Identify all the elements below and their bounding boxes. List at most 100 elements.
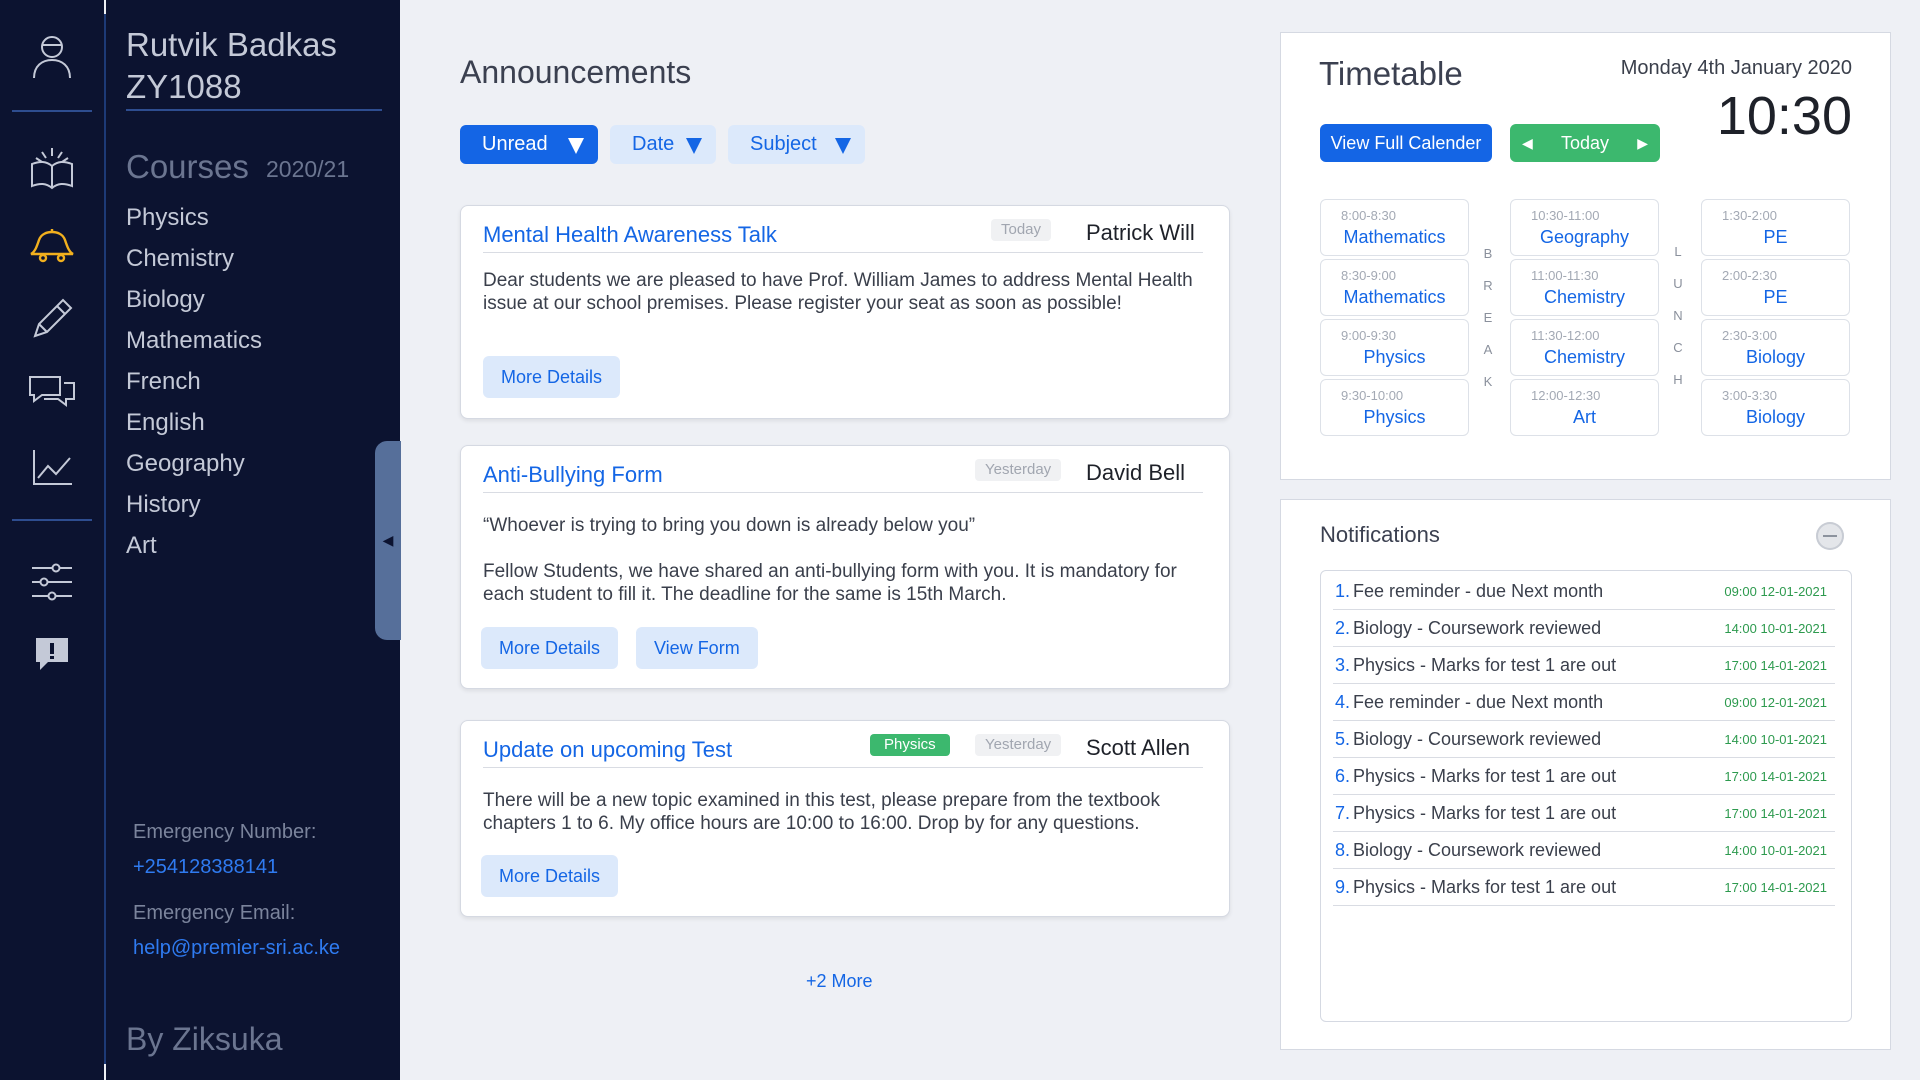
profile-icon[interactable]: [24, 28, 80, 84]
feedback-alert-icon[interactable]: [24, 626, 80, 682]
notification-number: 3.: [1335, 655, 1351, 675]
slot-time: 11:00-11:30: [1531, 268, 1599, 283]
notification-item[interactable]: 8. Biology - Coursework reviewed 14:00 10-…: [1333, 832, 1835, 869]
slot-time: 1:30-2:00: [1722, 208, 1777, 223]
timetable-slot[interactable]: 2:30-3:00 Biology: [1701, 319, 1850, 376]
course-item-art[interactable]: Art: [126, 527, 262, 568]
view-full-calendar-button[interactable]: View Full Calender: [1320, 124, 1492, 162]
course-item-physics[interactable]: Physics: [126, 199, 262, 240]
course-list: Physics Chemistry Biology Mathematics Fr…: [126, 199, 262, 568]
notification-timestamp: 17:00 14-01-2021: [1724, 880, 1827, 895]
notification-item[interactable]: 7. Physics - Marks for test 1 are out 17:0…: [1333, 795, 1835, 832]
announcement-card: Anti-Bullying Form Yesterday David Bell …: [460, 445, 1230, 689]
notification-timestamp: 17:00 14-01-2021: [1724, 769, 1827, 784]
more-details-button[interactable]: More Details: [483, 356, 621, 398]
timetable-slot[interactable]: 11:00-11:30 Chemistry: [1510, 259, 1659, 316]
notification-timestamp: 14:00 10-01-2021: [1724, 732, 1827, 747]
filter-subject-dropdown[interactable]: Subject: [728, 125, 865, 164]
show-more-link[interactable]: +2 More: [806, 971, 873, 992]
user-profile: Rutvik Badkas ZY1088: [126, 24, 337, 108]
announcement-title[interactable]: Update on upcoming Test: [483, 737, 732, 763]
timetable-slot[interactable]: 8:30-9:00 Mathematics: [1320, 259, 1469, 316]
notification-timestamp: 14:00 10-01-2021: [1724, 843, 1827, 858]
course-item-chemistry[interactable]: Chemistry: [126, 240, 262, 281]
dropdown-arrow-icon: [686, 138, 702, 154]
course-item-english[interactable]: English: [126, 404, 262, 445]
filter-unread-dropdown[interactable]: Unread: [460, 125, 598, 164]
emergency-email-link[interactable]: help@premier-sri.ac.ke: [133, 937, 340, 960]
notification-item[interactable]: 4. Fee reminder - due Next month 09:00 12-…: [1333, 684, 1835, 721]
next-day-arrow-icon[interactable]: ▶: [1637, 124, 1648, 162]
card-divider: [483, 252, 1203, 253]
announcement-body: Fellow Students, we have shared an anti-…: [483, 561, 1177, 605]
notification-item[interactable]: 3. Physics - Marks for test 1 are out 17:0…: [1333, 647, 1835, 684]
view-form-button[interactable]: View Form: [636, 627, 758, 669]
today-navigator: ◀ Today ▶: [1510, 124, 1660, 162]
notification-item[interactable]: 1. Fee reminder - due Next month 09:00 12-…: [1333, 573, 1835, 610]
slot-subject: Mathematics: [1343, 287, 1446, 307]
emergency-number-link[interactable]: +254128388141: [133, 856, 278, 879]
timetable-slot[interactable]: 12:00-12:30 Art: [1510, 379, 1659, 436]
course-item-history[interactable]: History: [126, 486, 262, 527]
break-letter: K: [1483, 374, 1493, 389]
slot-time: 9:00-9:30: [1341, 328, 1396, 343]
timetable-slot[interactable]: 1:30-2:00 PE: [1701, 199, 1850, 256]
user-name: Rutvik Badkas: [126, 26, 337, 63]
notification-timestamp: 09:00 12-01-2021: [1724, 695, 1827, 710]
lunch-letter: U: [1673, 276, 1683, 291]
settings-sliders-icon[interactable]: [24, 554, 80, 610]
timetable-slot[interactable]: 3:00-3:30 Biology: [1701, 379, 1850, 436]
messages-chat-icon[interactable]: [24, 365, 80, 421]
slot-time: 12:00-12:30: [1531, 388, 1601, 403]
notification-item[interactable]: 5. Biology - Coursework reviewed 14:00 10-…: [1333, 721, 1835, 758]
assignments-pencil-icon[interactable]: [24, 291, 80, 347]
timetable-slot[interactable]: 9:30-10:00 Physics: [1320, 379, 1469, 436]
courses-book-icon[interactable]: [24, 140, 80, 196]
announcement-title[interactable]: Anti-Bullying Form: [483, 462, 663, 488]
more-details-button[interactable]: More Details: [481, 627, 619, 669]
course-item-french[interactable]: French: [126, 363, 262, 404]
notification-item[interactable]: 6. Physics - Marks for test 1 are out 17:0…: [1333, 758, 1835, 795]
course-item-mathematics[interactable]: Mathematics: [126, 322, 262, 363]
icon-rail: [0, 0, 104, 1080]
announcement-title[interactable]: Mental Health Awareness Talk: [483, 222, 777, 248]
course-item-geography[interactable]: Geography: [126, 445, 262, 486]
timetable-slot[interactable]: 11:30-12:00 Chemistry: [1510, 319, 1659, 376]
notification-number: 5.: [1335, 729, 1351, 749]
announcement-body: Dear students we are pleased to have Pro…: [483, 270, 1193, 314]
courses-heading: Courses: [126, 148, 249, 185]
slot-time: 2:30-3:00: [1722, 328, 1777, 343]
timetable-slot[interactable]: 9:00-9:30 Physics: [1320, 319, 1469, 376]
notification-text: Physics - Marks for test 1 are out: [1353, 803, 1617, 823]
announcements-bell-icon[interactable]: [24, 218, 80, 274]
filter-date-dropdown[interactable]: Date: [610, 125, 716, 164]
break-letter: B: [1483, 246, 1493, 261]
lunch-letter: N: [1673, 308, 1683, 323]
notification-timestamp: 17:00 14-01-2021: [1724, 658, 1827, 673]
notification-number: 2.: [1335, 618, 1351, 638]
filter-date-label: Date: [632, 133, 675, 155]
timetable-slot[interactable]: 8:00-8:30 Mathematics: [1320, 199, 1469, 256]
notification-item[interactable]: 9. Physics - Marks for test 1 are out 17:0…: [1333, 869, 1835, 906]
announcement-author: Patrick Will: [1086, 220, 1195, 245]
slot-subject: PE: [1763, 287, 1788, 307]
course-item-biology[interactable]: Biology: [126, 281, 262, 322]
minimize-icon[interactable]: [1816, 522, 1844, 550]
slot-time: 2:00-2:30: [1722, 268, 1777, 283]
filter-subject-label: Subject: [750, 133, 817, 155]
notifications-list: 1. Fee reminder - due Next month 09:00 12-…: [1320, 570, 1852, 1022]
announcement-quote: “Whoever is trying to bring you down is …: [483, 515, 976, 536]
notification-number: 1.: [1335, 581, 1351, 601]
timetable-slot[interactable]: 2:00-2:30 PE: [1701, 259, 1850, 316]
user-id: ZY1088: [126, 68, 242, 105]
more-details-button[interactable]: More Details: [481, 855, 619, 897]
slot-time: 8:00-8:30: [1341, 208, 1396, 223]
progress-chart-icon[interactable]: [24, 440, 80, 496]
timetable-slot[interactable]: 10:30-11:00 Geography: [1510, 199, 1659, 256]
notification-item[interactable]: 2. Biology - Coursework reviewed 14:00 10-…: [1333, 610, 1835, 647]
notification-text: Biology - Coursework reviewed: [1353, 729, 1602, 749]
dropdown-arrow-icon: [835, 138, 851, 154]
announcement-body: There will be a new topic examined in th…: [483, 790, 1160, 834]
filter-unread-label: Unread: [482, 133, 548, 155]
collapse-sidebar-button[interactable]: ◀: [375, 441, 401, 640]
